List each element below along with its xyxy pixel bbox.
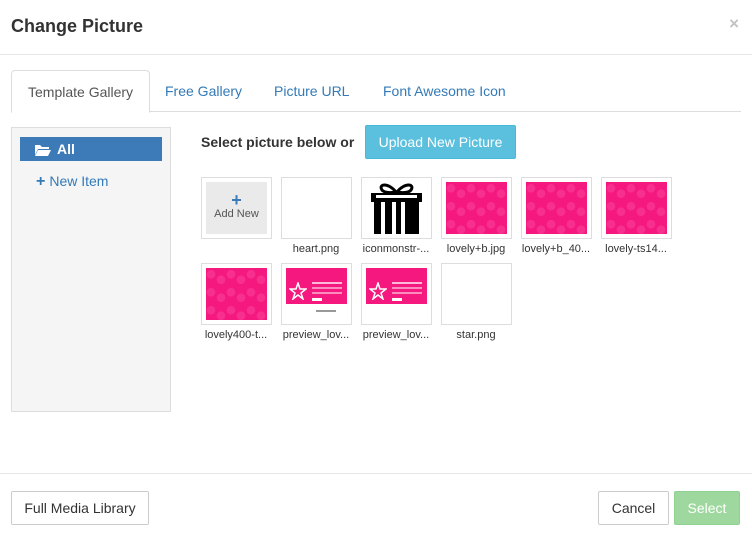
gallery-item-preview-lovely-2[interactable] [361, 263, 432, 325]
new-item-button[interactable]: + New Item [36, 173, 108, 191]
gallery-caption: star.png [456, 329, 496, 341]
dialog-title: Change Picture [11, 16, 144, 36]
gallery-caption: preview_lov... [282, 329, 350, 341]
preview-button [312, 298, 322, 301]
preview-page-image [286, 268, 347, 320]
preview-text-lines [392, 282, 422, 284]
gallery-item-heart[interactable] [281, 177, 352, 239]
pink-hearts-image [606, 182, 667, 234]
add-new-box: + Add New [206, 182, 267, 234]
tab-font-awesome-icon[interactable]: Font Awesome Icon [367, 70, 522, 112]
tab-picture-url[interactable]: Picture URL [258, 70, 365, 112]
pink-hearts-image [446, 182, 507, 234]
gallery-caption: iconmonstr-... [362, 243, 430, 255]
gift-icon [371, 183, 422, 234]
tab-template-gallery[interactable]: Template Gallery [11, 70, 151, 113]
plus-icon: + [36, 173, 46, 190]
add-new-label: Add New [214, 208, 259, 220]
gallery-caption: lovely-ts14... [605, 243, 667, 255]
full-media-library-button[interactable]: Full Media Library [11, 491, 149, 525]
star-image [446, 268, 507, 320]
gallery-item-iconmonstr[interactable] [361, 177, 432, 239]
gallery-item-lovely400[interactable] [201, 263, 272, 325]
star-icon [369, 282, 387, 300]
gallery-caption: preview_lov... [362, 329, 430, 341]
pink-hearts-image [526, 182, 587, 234]
select-instructions: Select picture below or [201, 134, 355, 150]
folder-all[interactable]: All [20, 137, 162, 161]
folder-sidebar: All + New Item [11, 127, 171, 412]
heart-image [286, 182, 347, 234]
pink-hearts-image [206, 268, 267, 320]
new-item-label: New Item [49, 173, 109, 189]
tab-bar: Template Gallery Free Gallery Picture UR… [11, 70, 741, 113]
folder-open-icon [35, 145, 51, 156]
gallery-item-lovely-b-40[interactable] [521, 177, 592, 239]
gallery-item-lovely-b[interactable] [441, 177, 512, 239]
gallery-item-lovely-ts14[interactable] [601, 177, 672, 239]
preview-text-lines [312, 282, 342, 284]
cancel-button[interactable]: Cancel [598, 491, 669, 525]
select-button[interactable]: Select [674, 491, 740, 525]
gallery-caption: lovely400-t... [204, 329, 268, 341]
gallery-item-preview-lovely-1[interactable] [281, 263, 352, 325]
preview-button [392, 298, 402, 301]
preview-footer [316, 310, 336, 312]
close-icon[interactable]: × [729, 14, 739, 34]
gallery-caption: heart.png [292, 243, 340, 255]
upload-new-picture-button[interactable]: Upload New Picture [365, 125, 516, 159]
tab-free-gallery[interactable]: Free Gallery [149, 70, 258, 112]
plus-icon: + [231, 190, 242, 210]
gallery-caption: lovely+b.jpg [446, 243, 506, 255]
add-new-tile[interactable]: + Add New [201, 177, 272, 239]
gallery-caption: lovely+b_40... [521, 243, 591, 255]
dialog-header: Change Picture × [0, 0, 752, 55]
folder-all-label: All [57, 141, 75, 157]
star-icon [289, 282, 307, 300]
gallery-item-star[interactable] [441, 263, 512, 325]
preview-page-image [366, 268, 427, 320]
